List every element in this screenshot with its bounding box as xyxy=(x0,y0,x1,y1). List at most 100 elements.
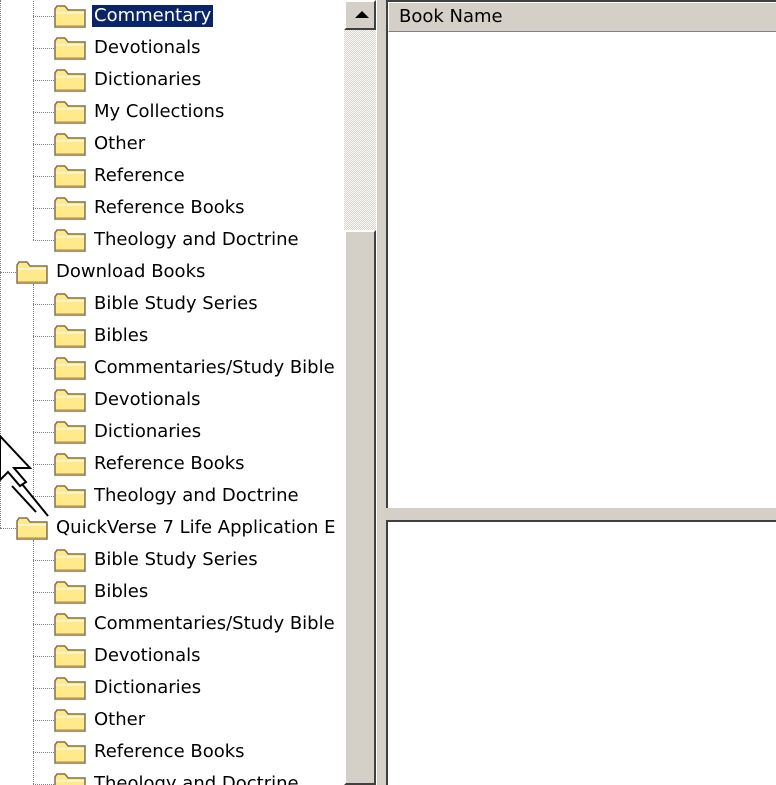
tree-node-connector xyxy=(33,560,54,561)
folder-icon xyxy=(54,163,88,189)
tree-vertical-scrollbar[interactable] xyxy=(344,0,376,785)
tree-item[interactable]: Devotionals xyxy=(54,32,203,64)
tree-item-label: Devotionals xyxy=(94,645,201,666)
tree-node-connector xyxy=(33,368,54,369)
folder-icon xyxy=(54,35,88,61)
folder-icon xyxy=(54,707,88,733)
tree-item[interactable]: Devotionals xyxy=(54,384,203,416)
folder-icon xyxy=(54,291,88,317)
tree-item[interactable]: Other xyxy=(54,128,147,160)
folder-icon xyxy=(54,195,88,221)
tree-item-label: Other xyxy=(94,133,146,154)
folder-icon xyxy=(54,675,88,701)
tree-item-label: Reference Books xyxy=(94,741,245,762)
tree-item-label: Bibles xyxy=(94,325,149,346)
folder-icon xyxy=(54,419,88,445)
tree-item[interactable]: Bibles xyxy=(54,576,150,608)
tree-node-connector xyxy=(0,528,16,529)
folder-icon xyxy=(54,547,88,573)
tree-item[interactable]: Reference xyxy=(54,160,187,192)
tree-item-label: Theology and Doctrine xyxy=(94,485,299,506)
book-detail-pane[interactable] xyxy=(386,520,776,785)
folder-icon xyxy=(54,771,88,785)
tree-node-connector xyxy=(33,208,54,209)
tree-item[interactable]: Theology and Doctrine xyxy=(54,768,301,785)
tree-item-label: Dictionaries xyxy=(94,677,202,698)
mouse-pointer-icon xyxy=(0,434,49,517)
tree-item-label: Reference Books xyxy=(94,453,245,474)
tree-item-label: Reference xyxy=(94,165,185,186)
tree-node-connector xyxy=(33,240,54,241)
tree-node-connector xyxy=(33,304,54,305)
tree-item[interactable]: Dictionaries xyxy=(54,672,203,704)
tree-node-connector xyxy=(33,176,54,177)
tree-item-label: Dictionaries xyxy=(94,69,202,90)
tree-item[interactable]: My Collections xyxy=(54,96,226,128)
tree-node-connector xyxy=(33,624,54,625)
tree-node-connector xyxy=(33,592,54,593)
folder-icon xyxy=(54,323,88,349)
book-list-pane[interactable]: Book Name xyxy=(386,0,776,508)
tree-item[interactable]: Bibles xyxy=(54,320,150,352)
tree-item-label: Theology and Doctrine xyxy=(94,773,299,785)
column-header-book-name[interactable]: Book Name xyxy=(389,3,503,31)
tree-item-label: Bible Study Series xyxy=(94,293,258,314)
folder-icon xyxy=(16,515,50,541)
folder-icon xyxy=(54,739,88,765)
tree-node-connector xyxy=(33,656,54,657)
folder-icon xyxy=(54,355,88,381)
tree-node-connector xyxy=(33,400,54,401)
tree-node-connector xyxy=(33,48,54,49)
folder-icon xyxy=(54,643,88,669)
tree-node-connector xyxy=(33,432,54,433)
folder-icon xyxy=(54,227,88,253)
tree-item[interactable]: Reference Books xyxy=(54,448,247,480)
tree-node-connector xyxy=(33,752,54,753)
folder-icon xyxy=(16,259,50,285)
tree-node-connector xyxy=(33,720,54,721)
tree-item[interactable]: Bible Study Series xyxy=(54,288,260,320)
folder-icon xyxy=(54,387,88,413)
tree-node-connector xyxy=(33,16,54,17)
tree-item-label: QuickVerse 7 Life Application E xyxy=(56,517,336,538)
folder-icon xyxy=(54,579,88,605)
tree-item-label: Theology and Doctrine xyxy=(94,229,299,250)
folder-icon xyxy=(54,99,88,125)
folder-tree[interactable]: Commentary Devotionals Dictionaries My Coll… xyxy=(0,0,344,785)
tree-node-connector xyxy=(33,688,54,689)
tree-node-connector xyxy=(33,112,54,113)
tree-item[interactable]: Reference Books xyxy=(54,192,247,224)
tree-node-connector xyxy=(0,272,16,273)
tree-node-connector xyxy=(33,144,54,145)
folder-icon xyxy=(54,131,88,157)
tree-item-label: Commentaries/Study Bible xyxy=(94,613,335,634)
tree-node-connector xyxy=(33,336,54,337)
scroll-thumb[interactable] xyxy=(344,230,376,785)
tree-item-label: Devotionals xyxy=(94,389,201,410)
tree-item-label: Download Books xyxy=(56,261,206,282)
tree-item[interactable]: Commentaries/Study Bible xyxy=(54,608,337,640)
folder-icon xyxy=(54,483,88,509)
tree-branch-connector xyxy=(33,0,34,240)
tree-item[interactable]: Download Books xyxy=(16,256,207,288)
tree-item[interactable]: Devotionals xyxy=(54,640,203,672)
folder-icon xyxy=(54,67,88,93)
tree-item-label: Bible Study Series xyxy=(94,549,258,570)
list-column-header: Book Name xyxy=(388,2,776,32)
tree-item-label: Other xyxy=(94,709,146,730)
scroll-up-arrow-icon xyxy=(355,11,369,18)
tree-item[interactable]: Dictionaries xyxy=(54,64,203,96)
tree-item[interactable]: Commentary xyxy=(54,0,215,32)
tree-item[interactable]: Theology and Doctrine xyxy=(54,224,301,256)
tree-item[interactable]: Bible Study Series xyxy=(54,544,260,576)
tree-item[interactable]: Dictionaries xyxy=(54,416,203,448)
tree-item[interactable]: QuickVerse 7 Life Application E xyxy=(16,512,337,544)
tree-item-label: Commentary xyxy=(90,4,215,28)
tree-item-label: Bibles xyxy=(94,581,149,602)
tree-item-label: Commentaries/Study Bible xyxy=(94,357,335,378)
tree-item[interactable]: Theology and Doctrine xyxy=(54,480,301,512)
tree-item[interactable]: Reference Books xyxy=(54,736,247,768)
tree-item[interactable]: Commentaries/Study Bible xyxy=(54,352,337,384)
tree-item[interactable]: Other xyxy=(54,704,147,736)
scroll-up-button[interactable] xyxy=(344,0,376,30)
